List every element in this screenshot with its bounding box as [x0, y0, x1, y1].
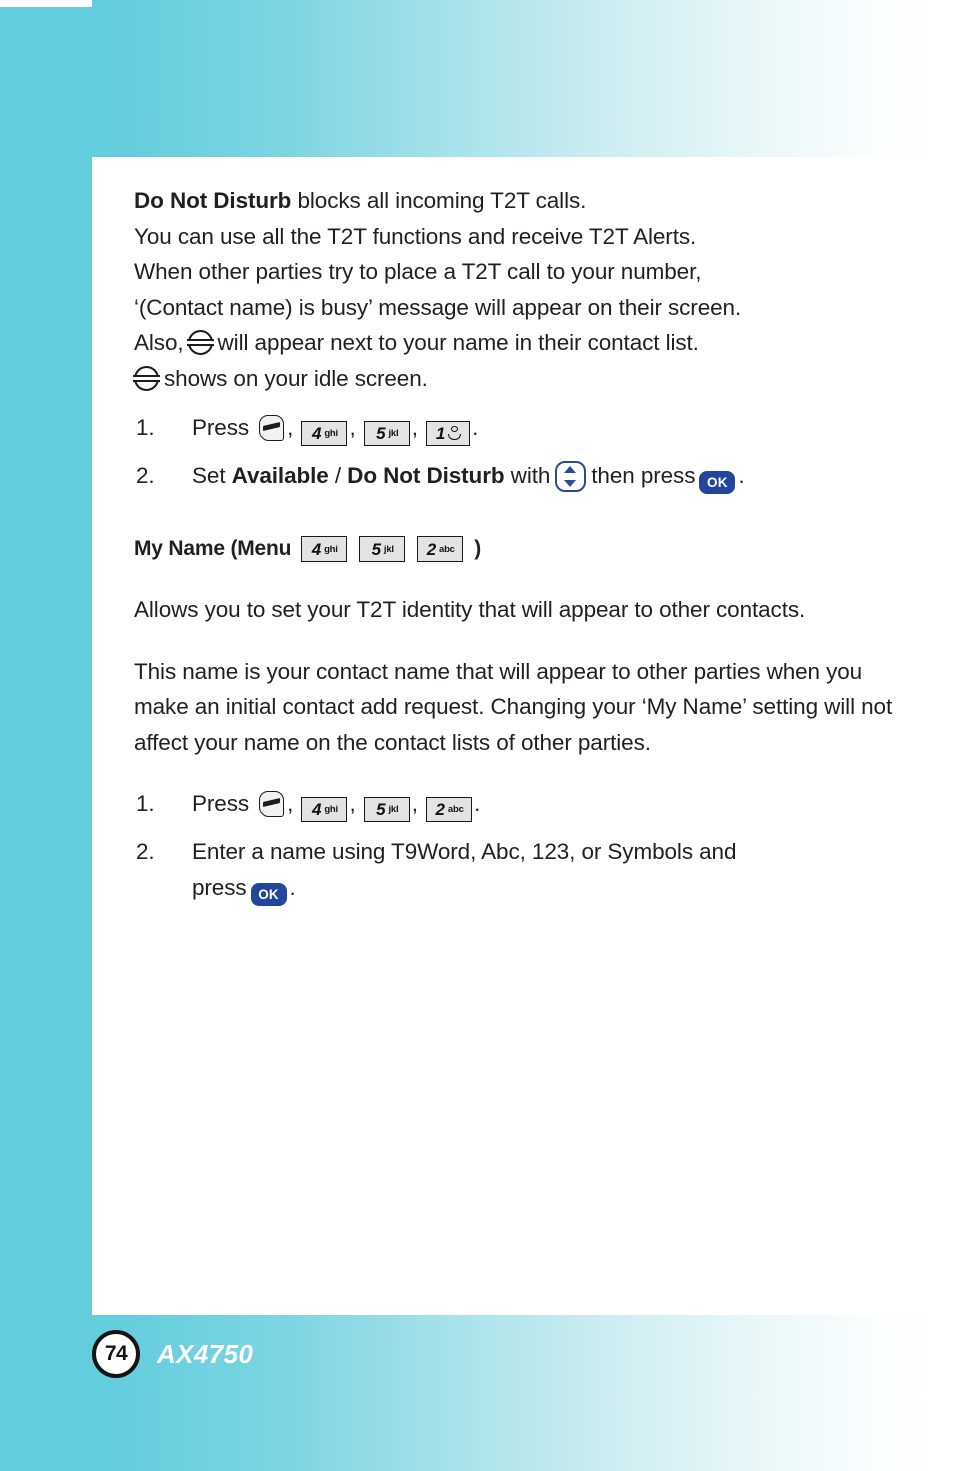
- nav-up-down-key-icon[interactable]: [555, 461, 587, 492]
- page-body: Do Not Disturb blocks all incoming T2T c…: [133, 183, 894, 906]
- key-digit: 4: [311, 424, 322, 443]
- key-2-abc[interactable]: 2 abc: [417, 536, 464, 563]
- key-letters: ghi: [324, 427, 338, 439]
- my-name-step-2-line-1: Enter a name using T9Word, Abc, 123, or …: [192, 839, 737, 865]
- top-left-notch: [0, 0, 92, 7]
- key-digit: 5: [376, 800, 386, 820]
- dnd-step-1-number: 1.: [136, 415, 155, 440]
- dnd-step-1: 1. Press , 4 ghi, 5 jkl, 1.: [134, 410, 894, 446]
- do-not-disturb-icon: [133, 365, 160, 391]
- key-digit: 1: [435, 424, 446, 443]
- my-name-section-heading: My Name (Menu 4 ghi 5 jkl 2 abc ): [134, 532, 894, 566]
- key-digit: 4: [311, 800, 322, 820]
- dnd-intro-line-1-rest: blocks all incoming T2T calls.: [291, 188, 587, 213]
- dnd-step-2: 2. Set Available / Do Not Disturb with th…: [134, 458, 894, 495]
- my-name-step-2-line-2-before: press: [192, 874, 247, 900]
- device-model-name: AX4750: [157, 1338, 254, 1369]
- my-name-steps-list: 1. Press , 4 ghi, 5 jkl, 2 abc. 2. Enter a …: [134, 786, 894, 906]
- dnd-step-2-available: Available: [231, 463, 329, 488]
- my-name-paragraph-1: Allows you to set your T2T identity that…: [134, 597, 806, 623]
- key-5-jkl[interactable]: 5 jkl: [363, 421, 410, 446]
- my-name-heading-close-paren: ): [474, 537, 482, 561]
- dnd-term-bold: Do Not Disturb: [134, 188, 292, 213]
- key-letters: ghi: [324, 543, 338, 555]
- my-name-heading-label: My Name (Menu: [134, 537, 292, 561]
- dnd-intro-line-1: Do Not Disturb blocks all incoming T2T c…: [134, 183, 894, 219]
- key-letters: jkl: [388, 427, 399, 439]
- key-letters: abc: [447, 804, 464, 815]
- dnd-step-2-with: with: [504, 463, 551, 488]
- key-5-jkl[interactable]: 5 jkl: [359, 536, 406, 563]
- key-digit: 2: [426, 539, 436, 559]
- dnd-step-2-period: .: [738, 463, 745, 488]
- key-4-ghi[interactable]: 4 ghi: [301, 797, 348, 823]
- key-letters: ghi: [324, 804, 338, 815]
- key-letters: jkl: [383, 543, 394, 555]
- dnd-also-suffix: will appear next to your name in their c…: [217, 330, 699, 355]
- key-2-abc[interactable]: 2 abc: [426, 797, 473, 823]
- dnd-steps-list: 1. Press , 4 ghi, 5 jkl, 1. 2. Set Availab…: [134, 410, 894, 495]
- my-name-step-1-period: .: [474, 791, 481, 817]
- key-digit: 2: [435, 800, 445, 820]
- dnd-intro-line-4: ‘(Contact name) is busy’ message will ap…: [134, 294, 742, 320]
- page-footer: 74 AX4750: [92, 1330, 253, 1378]
- dnd-step-1-period: .: [472, 415, 479, 440]
- key-digit: 5: [376, 424, 386, 443]
- my-name-step-1-number: 1.: [136, 791, 155, 817]
- dnd-intro-line-3: When other parties try to place a T2T ca…: [134, 259, 702, 284]
- page-number-badge: 74: [92, 1330, 140, 1378]
- dnd-step-2-number: 2.: [136, 463, 155, 488]
- key-4-ghi[interactable]: 4 ghi: [301, 421, 348, 446]
- voicemail-icon: [448, 425, 462, 442]
- dnd-step-2-dnd: Do Not Disturb: [347, 463, 505, 488]
- dnd-also-prefix: Also,: [134, 330, 184, 355]
- key-letters: abc: [439, 543, 455, 555]
- dnd-step-2-then-press: then press: [591, 463, 696, 488]
- key-letters: jkl: [388, 804, 399, 815]
- my-name-step-1: 1. Press , 4 ghi, 5 jkl, 2 abc.: [134, 786, 894, 823]
- dnd-step-1-text: Press: [192, 415, 250, 440]
- ok-key-icon[interactable]: OK: [250, 883, 287, 906]
- dnd-intro-line-2: You can use all the T2T functions and re…: [134, 223, 697, 249]
- key-digit: 4: [311, 539, 322, 559]
- dnd-step-2-set: Set: [192, 463, 232, 488]
- my-name-step-1-text: Press: [192, 791, 250, 817]
- ok-key-icon[interactable]: OK: [699, 471, 736, 495]
- dnd-step-2-slash: /: [328, 463, 348, 488]
- key-5-jkl[interactable]: 5 jkl: [363, 797, 410, 823]
- dnd-idle-suffix: shows on your idle screen.: [164, 365, 428, 391]
- key-1-voicemail[interactable]: 1: [426, 421, 471, 446]
- my-name-step-2: 2. Enter a name using T9Word, Abc, 123, …: [134, 834, 894, 906]
- content-panel: Do Not Disturb blocks all incoming T2T c…: [92, 157, 954, 1315]
- manual-page-background: Do Not Disturb blocks all incoming T2T c…: [0, 0, 954, 1471]
- my-name-step-2-line-2-after: .: [289, 874, 296, 900]
- send-key-icon[interactable]: [259, 415, 285, 441]
- key-4-ghi[interactable]: 4 ghi: [301, 536, 348, 563]
- my-name-paragraph-2: This name is your contact name that will…: [134, 658, 893, 755]
- my-name-step-2-number: 2.: [136, 839, 155, 865]
- dnd-idle-line: shows on your idle screen.: [133, 361, 894, 397]
- dnd-also-line: Also, will appear next to your name in th…: [134, 325, 894, 361]
- send-key-icon[interactable]: [259, 791, 285, 818]
- key-digit: 5: [371, 539, 381, 559]
- do-not-disturb-icon: [186, 330, 214, 355]
